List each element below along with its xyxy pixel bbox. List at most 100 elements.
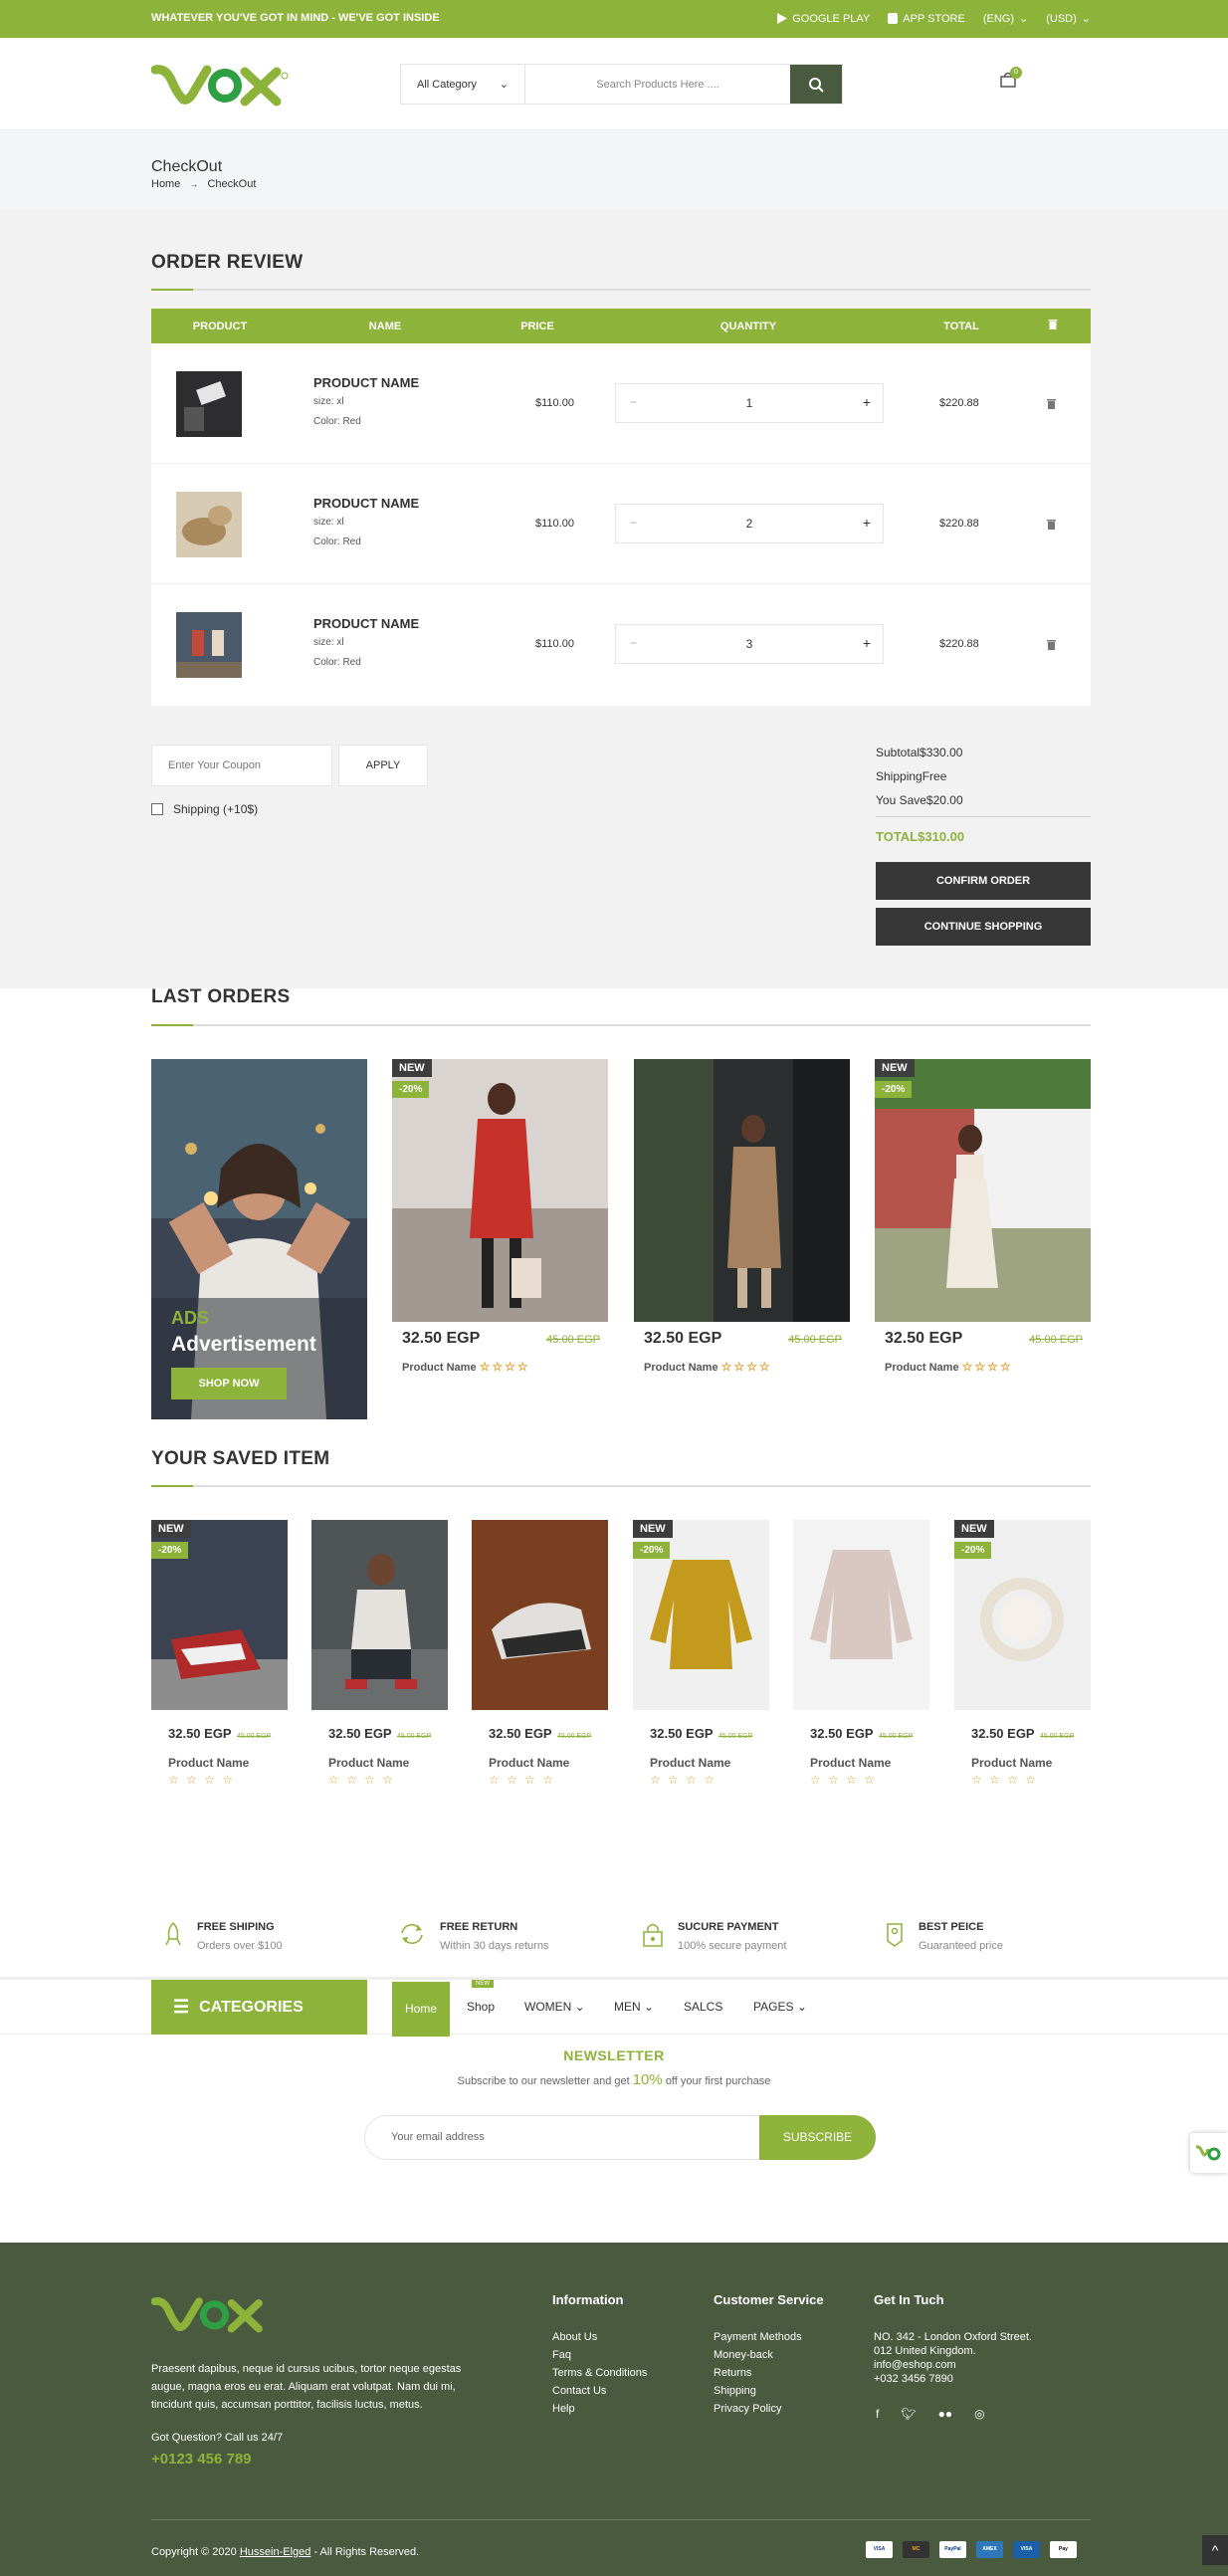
visa-icon: VISA: [866, 2541, 893, 2558]
footer-link[interactable]: Faq: [552, 2349, 647, 2361]
language-select[interactable]: (ENG) ⌄: [983, 12, 1028, 26]
delete-button[interactable]: [1047, 518, 1056, 533]
search-button[interactable]: [790, 65, 842, 104]
footer-phone[interactable]: +0123 456 789: [151, 2451, 252, 2468]
saved-item-card[interactable]: 32.50 EGP 45.00 EGP Product Name ☆ ☆ ☆ ☆: [472, 1520, 608, 1787]
twitter-icon[interactable]: 🐦︎: [901, 2407, 916, 2421]
scroll-to-top-button[interactable]: ^: [1202, 2535, 1228, 2565]
paypal-icon: PayPal: [939, 2541, 966, 2558]
product-size: size: xl: [313, 396, 344, 407]
advertisement-banner[interactable]: ADS Advertisement SHOP NOW: [151, 1059, 367, 1419]
trash-icon: [1047, 399, 1056, 409]
product-card[interactable]: NEW -20% 32.50 EGP 45.00 EGP Product Nam…: [392, 1059, 608, 1374]
footer-link[interactable]: Help: [552, 2403, 647, 2415]
footer-link[interactable]: Privacy Policy: [714, 2403, 824, 2415]
continue-shopping-button[interactable]: CONTINUE SHOPPING: [876, 908, 1091, 946]
product-card[interactable]: 32.50 EGP 45.00 EGP Product Name ☆☆☆☆: [634, 1059, 850, 1374]
nav-shop[interactable]: Shop: [467, 2000, 495, 2014]
nav-pages[interactable]: PAGES ⌄: [753, 2000, 807, 2014]
author-link[interactable]: Hussein-Elged: [240, 2546, 311, 2558]
quantity-stepper[interactable]: − 3 +: [615, 624, 884, 664]
saved-item-card[interactable]: 32.50 EGP 45.00 EGP Product Name ☆ ☆ ☆ ☆: [793, 1520, 929, 1787]
footer-link[interactable]: Terms & Conditions: [552, 2367, 647, 2379]
delete-button[interactable]: [1047, 638, 1056, 653]
new-badge: NEW: [954, 1520, 994, 1538]
checkbox-icon: [151, 803, 163, 815]
product-price: 32.50 EGP: [402, 1330, 481, 1347]
product-name: Product Name: [402, 1362, 477, 1374]
product-name: Product Name: [489, 1756, 570, 1770]
quantity-stepper[interactable]: − 1 +: [615, 383, 884, 423]
divider: [151, 2519, 1091, 2520]
discount-badge: -20%: [151, 1542, 189, 1559]
categories-button[interactable]: ☰ CATEGORIES: [151, 1980, 367, 2035]
product-price: $110.00: [535, 518, 574, 530]
product-price: 32.50 EGP: [489, 1726, 552, 1741]
star-rating: ☆☆☆☆: [720, 1360, 772, 1374]
product-price: 32.50 EGP: [644, 1330, 722, 1347]
product-card[interactable]: NEW -20% 32.50 EGP 45.00 EGP Product Nam…: [875, 1059, 1091, 1374]
order-table-header: PRODUCT NAME PRICE QUANTITY TOTAL: [151, 309, 1091, 343]
subscribe-button[interactable]: SUBSCRIBE: [759, 2115, 876, 2160]
new-badge: NEW: [392, 1059, 432, 1077]
footer-link[interactable]: Shipping: [714, 2385, 824, 2397]
product-color: Color: Red: [313, 537, 361, 547]
col-quantity: QUANTITY: [719, 321, 777, 332]
trash-icon: [1047, 520, 1056, 530]
footer-link[interactable]: Returns: [714, 2367, 824, 2379]
footer-link[interactable]: Contact Us: [552, 2385, 647, 2397]
saved-item-card[interactable]: 32.50 EGP 45.00 EGP Product Name ☆ ☆ ☆ ☆: [311, 1520, 448, 1787]
facebook-icon[interactable]: f: [876, 2407, 879, 2421]
saved-item-card[interactable]: NEW -20% 32.50 EGP 45.00 EGP Product Name…: [633, 1520, 769, 1787]
refresh-icon: [401, 1924, 423, 1944]
discount-badge: -20%: [392, 1081, 430, 1098]
shop-now-button[interactable]: SHOP NOW: [171, 1368, 287, 1399]
apply-coupon-button[interactable]: APPLY: [338, 745, 428, 786]
product-color: Color: Red: [313, 416, 361, 427]
nav-men[interactable]: MEN ⌄: [614, 2000, 654, 2014]
amex-icon: AMEX: [976, 2541, 1003, 2558]
floating-logo-tab[interactable]: [1190, 2133, 1228, 2173]
product-name: Product Name: [971, 1756, 1053, 1770]
footer-logo[interactable]: [150, 2292, 271, 2339]
product-image: [311, 1520, 448, 1710]
product-name: Product Name: [650, 1756, 731, 1770]
footer-contact: Get In Tuch NO. 342 - London Oxford Stre…: [874, 2292, 1032, 2385]
product-name: Product Name: [328, 1756, 410, 1770]
quantity-stepper[interactable]: − 2 +: [615, 504, 884, 543]
app-store-link[interactable]: APP STORE: [888, 13, 965, 25]
footer-link[interactable]: Money-back: [714, 2349, 824, 2361]
currency-select[interactable]: (USD) ⌄: [1046, 12, 1091, 26]
delete-button[interactable]: [1047, 397, 1056, 412]
confirm-order-button[interactable]: CONFIRM ORDER: [876, 862, 1091, 900]
logo[interactable]: [150, 60, 291, 112]
nav-home[interactable]: Home: [392, 1982, 450, 2037]
breadcrumb-home[interactable]: Home: [151, 178, 180, 190]
instagram-icon[interactable]: ◎: [974, 2407, 984, 2421]
plus-button[interactable]: +: [863, 394, 871, 410]
coupon-input[interactable]: Enter Your Coupon: [151, 745, 332, 786]
email-field[interactable]: Your email address: [391, 2131, 485, 2143]
cart-button[interactable]: 0: [1000, 67, 1022, 91]
product-price: 32.50 EGP: [810, 1726, 874, 1741]
nav-women[interactable]: WOMEN ⌄: [524, 2000, 585, 2014]
footer-link[interactable]: About Us: [552, 2331, 647, 2343]
flickr-icon[interactable]: ●●: [938, 2407, 953, 2421]
divider: [151, 1485, 1091, 1487]
saved-item-card[interactable]: NEW -20% 32.50 EGP 45.00 EGP Product Name…: [954, 1520, 1091, 1787]
shipping-checkbox[interactable]: Shipping (+10$): [151, 802, 258, 816]
product-size: size: xl: [313, 637, 344, 648]
search-input[interactable]: Search Products Here ....: [525, 65, 790, 104]
footer-description: Praesent dapibus, neque id cursus ucibus…: [151, 2363, 462, 2411]
google-play-link[interactable]: GOOGLE PLAY: [777, 13, 870, 25]
category-select[interactable]: All Category ⌄: [401, 65, 525, 104]
product-price: 32.50 EGP: [328, 1726, 392, 1741]
chevron-down-icon: ⌄: [499, 79, 509, 91]
plus-button[interactable]: +: [863, 635, 871, 651]
star-rating: ☆ ☆ ☆ ☆: [971, 1773, 1039, 1787]
saved-item-card[interactable]: NEW -20% 32.50 EGP 45.00 EGP Product Name…: [151, 1520, 288, 1787]
plus-button[interactable]: +: [863, 515, 871, 531]
footer-link[interactable]: Payment Methods: [714, 2331, 824, 2343]
nav-sales[interactable]: SALCS: [684, 2000, 722, 2014]
row-total: $220.88: [939, 638, 979, 650]
